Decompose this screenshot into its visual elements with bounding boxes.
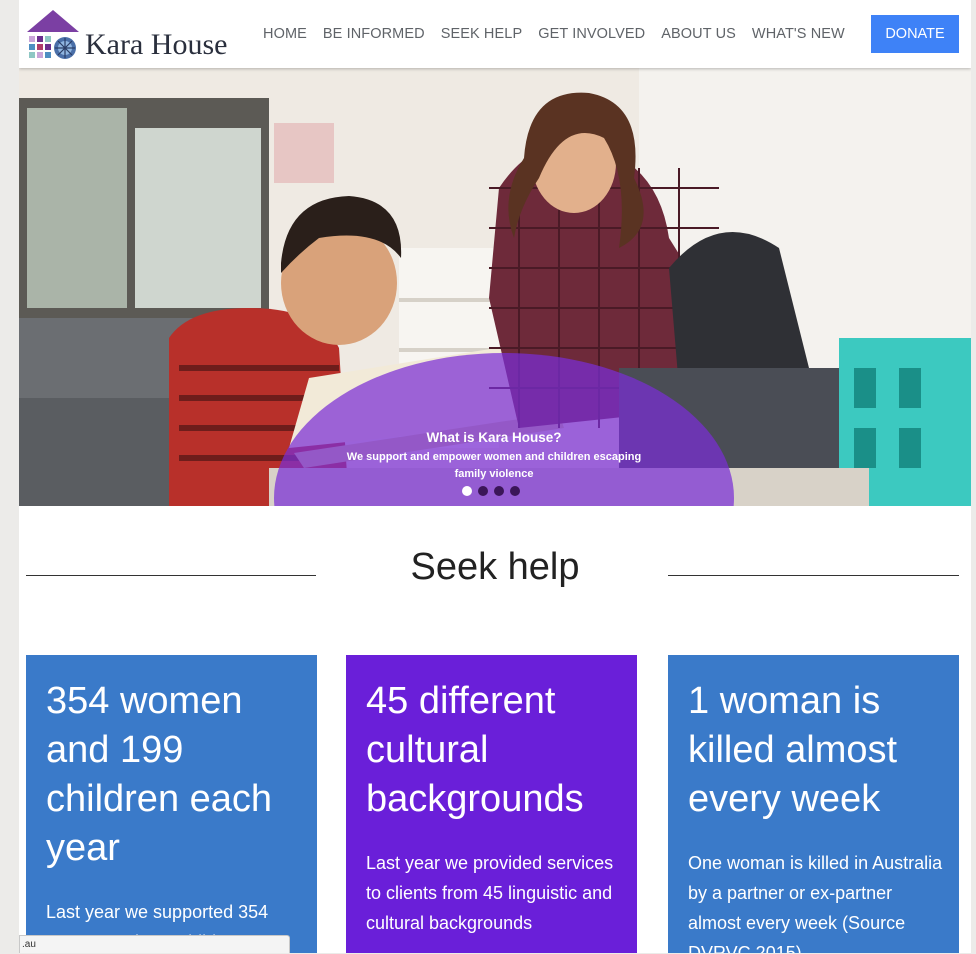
section-divider-right: [668, 575, 959, 576]
hero-caption-text: We support and empower women and childre…: [346, 451, 642, 480]
stat-card-heading: 1 woman is killed almost every week: [688, 680, 898, 820]
site-header: Kara House HOME BE INFORMED SEEK HELP GE…: [19, 0, 971, 68]
nav-seek-help[interactable]: SEEK HELP: [441, 26, 523, 42]
hero-caption: What is Kara House? We support and empow…: [344, 430, 644, 483]
page: Kara House HOME BE INFORMED SEEK HELP GE…: [19, 0, 971, 953]
hero-caption-title: What is Kara House?: [426, 430, 562, 445]
donate-button[interactable]: DONATE: [871, 15, 959, 53]
stat-card-women-children[interactable]: 354 women and 199 children each year Las…: [26, 655, 317, 953]
nav-get-involved[interactable]: GET INVOLVED: [538, 26, 645, 42]
slider-dots: [462, 486, 520, 496]
stat-card-cultural-backgrounds[interactable]: 45 different cultural backgrounds Last y…: [346, 655, 637, 953]
stat-card-heading: 45 different cultural backgrounds: [366, 680, 584, 820]
main-nav: HOME BE INFORMED SEEK HELP GET INVOLVED …: [263, 26, 845, 42]
stat-card-women-killed[interactable]: 1 woman is killed almost every week One …: [668, 655, 959, 953]
slider-dot-2[interactable]: [478, 486, 488, 496]
slider-dot-4[interactable]: [510, 486, 520, 496]
stat-card-body: One woman is killed in Australia by a pa…: [688, 853, 943, 953]
nav-about-us[interactable]: ABOUT US: [661, 26, 736, 42]
section-title: Seek help: [410, 546, 580, 588]
nav-whats-new[interactable]: WHAT'S NEW: [752, 26, 845, 42]
slider-dot-1[interactable]: [462, 486, 472, 496]
slider-dot-3[interactable]: [494, 486, 504, 496]
nav-be-informed[interactable]: BE INFORMED: [323, 26, 425, 42]
hero-slider[interactable]: What is Kara House? We support and empow…: [19, 68, 971, 506]
nav-home[interactable]: HOME: [263, 26, 307, 42]
browser-status-bar: .au: [19, 935, 290, 953]
logo-text: Kara House: [85, 28, 228, 61]
site-logo[interactable]: Kara House: [27, 8, 257, 64]
stat-card-body: Last year we provided services to client…: [366, 853, 614, 933]
house-logo-icon: [27, 10, 79, 59]
stat-card-heading: 354 women and 199 children each year: [46, 680, 273, 869]
